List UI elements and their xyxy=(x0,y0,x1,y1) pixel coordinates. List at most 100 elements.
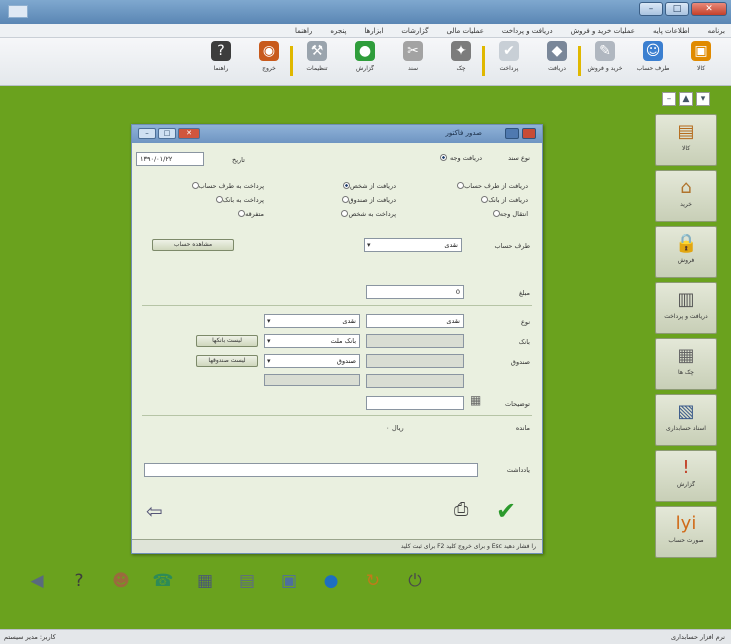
desc-field[interactable] xyxy=(366,396,464,410)
radio-label: دریافت از طرف حساب xyxy=(464,182,528,190)
side-panel-button[interactable]: ▦ چک ها xyxy=(655,338,717,390)
menu-item[interactable]: عملیات مالی xyxy=(446,27,483,35)
note-field[interactable] xyxy=(144,463,478,477)
party-view-button[interactable]: مشاهده حساب xyxy=(152,239,234,251)
dock-help-icon[interactable]: ? xyxy=(64,566,94,596)
transaction-type-option[interactable]: دریافت از صندوق xyxy=(339,195,396,204)
toolbar-button[interactable]: ◉ خروج xyxy=(249,41,289,83)
transaction-type-option[interactable]: انتقال وجه xyxy=(490,209,528,218)
menu-item[interactable]: دریافت و پرداخت xyxy=(502,27,553,35)
dialog-titlebar: – □ ✕ صدور فاکتور xyxy=(132,125,542,143)
doc-type-radio[interactable] xyxy=(440,154,448,161)
toolbar-button[interactable]: ▣ کالا xyxy=(681,41,721,83)
toolbar-button[interactable]: ⚒ تنظیمات xyxy=(297,41,337,83)
maximize-button[interactable]: □ xyxy=(665,2,689,16)
minimize-button[interactable]: – xyxy=(639,2,663,16)
calendar-icon: ▦ xyxy=(677,345,695,366)
radio-button[interactable] xyxy=(341,196,349,203)
toolbar-button-label: خرید و فروش xyxy=(587,65,623,72)
dialog-minimize-button[interactable]: – xyxy=(138,128,156,139)
radio-button[interactable] xyxy=(343,182,350,189)
dock-back-icon[interactable]: ◀ xyxy=(22,566,52,596)
toolbar-button[interactable]: ◆ دریافت xyxy=(537,41,577,83)
dock-shield-icon[interactable]: ● xyxy=(316,566,346,596)
side-panel-button[interactable]: ▥ دریافت و پرداخت xyxy=(655,282,717,334)
radio-label: پرداخت به شخص xyxy=(348,210,396,218)
side-panel-button[interactable]: lyi صورت حساب xyxy=(655,506,717,558)
menu-item[interactable]: عملیات خرید و فروش xyxy=(571,27,635,35)
dock-folder-icon[interactable]: ▣ xyxy=(274,566,304,596)
transaction-type-option[interactable]: دریافت از طرف حساب xyxy=(454,181,528,190)
toolbar-button[interactable]: ☺ طرف حساب xyxy=(633,41,673,83)
transaction-type-option[interactable]: پرداخت به طرف حساب xyxy=(189,181,264,190)
calculator-icon[interactable]: ▦ xyxy=(470,393,481,407)
receive-icon: ◆ xyxy=(547,41,567,61)
toolbar-button[interactable]: ✂ سند xyxy=(393,41,433,83)
dialog-close-button[interactable]: ✕ xyxy=(178,128,200,139)
transaction-type-option[interactable]: پرداخت به شخص xyxy=(338,209,396,218)
cashbox-list-button[interactable]: لیست صندوقها xyxy=(196,355,258,367)
bank-code-field[interactable] xyxy=(366,334,464,348)
menu-item[interactable]: پنجره xyxy=(330,27,346,35)
save-check-icon[interactable]: ✔ xyxy=(496,497,516,525)
bank-select[interactable]: بانک ملت xyxy=(264,334,360,348)
party-select[interactable]: نقدی xyxy=(364,238,462,252)
dock-power-icon[interactable]: ⏻ xyxy=(400,566,430,596)
method-field[interactable]: نقدی xyxy=(366,314,464,328)
section-divider xyxy=(142,305,532,306)
exit-dialog-icon[interactable]: ⇦ xyxy=(146,499,163,523)
menu-item[interactable]: اطلاعات پایه xyxy=(653,27,690,35)
toolbar-button[interactable]: ? راهنما xyxy=(201,41,241,83)
transaction-type-option[interactable]: پرداخت به بانک xyxy=(213,195,264,204)
pin-icon: ! xyxy=(682,457,690,478)
dock-refresh-icon[interactable]: ↻ xyxy=(358,566,388,596)
dock-phone-icon[interactable]: ☎ xyxy=(148,566,178,596)
menu-item[interactable]: برنامه xyxy=(708,27,725,35)
help-icon: ? xyxy=(211,41,231,61)
radio-label: انتقال وجه xyxy=(499,210,528,218)
bank-list-button[interactable]: لیست بانکها xyxy=(196,335,258,347)
pay-icon: ✔ xyxy=(499,41,519,61)
transaction-type-option[interactable]: دریافت از بانک xyxy=(478,195,528,204)
side-panel-button[interactable]: 🔒 فروش xyxy=(655,226,717,278)
radio-button[interactable] xyxy=(215,196,223,203)
dialog-title: صدور فاکتور xyxy=(445,129,482,137)
dock-document-icon[interactable]: ▤ xyxy=(232,566,262,596)
amount-field[interactable]: 0 xyxy=(366,285,464,299)
side-panel-button[interactable]: ▧ اسناد حسابداری xyxy=(655,394,717,446)
radio-button[interactable] xyxy=(492,210,500,217)
toolbar-button[interactable]: ✎ خرید و فروش xyxy=(585,41,625,83)
date-field[interactable]: ۱۳۹۰/۰۱/۲۲ xyxy=(136,152,204,166)
cashbox-code-field[interactable] xyxy=(366,354,464,368)
reference-extra-field xyxy=(264,374,360,386)
side-panel-button[interactable]: ▤ کالا xyxy=(655,114,717,166)
reference-field xyxy=(366,374,464,388)
toolbar-button[interactable]: ✦ چک xyxy=(441,41,481,83)
dock-calculator-icon[interactable]: ▦ xyxy=(190,566,220,596)
radio-button[interactable] xyxy=(191,182,199,189)
close-button[interactable]: ✕ xyxy=(691,2,727,16)
toolbar-button[interactable]: ● گزارش xyxy=(345,41,385,83)
side-panel-button[interactable]: ⌂ خرید xyxy=(655,170,717,222)
pin-toggle-icon[interactable]: ▾ xyxy=(696,92,710,106)
up-icon[interactable]: ▲ xyxy=(679,92,693,106)
menu-item[interactable]: راهنما xyxy=(295,27,312,35)
method-select[interactable]: نقدی xyxy=(264,314,360,328)
dialog-maximize-button[interactable]: □ xyxy=(158,128,176,139)
toolbar-button-label: دریافت xyxy=(548,65,566,72)
side-panel-button[interactable]: ! گزارش xyxy=(655,450,717,502)
cart-icon: ✎ xyxy=(595,41,615,61)
dialog-app-icon xyxy=(505,128,519,139)
print-icon[interactable]: ⎙ xyxy=(454,499,468,520)
menu-item[interactable]: ابزارها xyxy=(364,27,383,35)
ledger-icon: ▧ xyxy=(677,401,695,422)
toolbar-button[interactable]: ✔ پرداخت xyxy=(489,41,529,83)
collapse-icon[interactable]: – xyxy=(662,92,676,106)
menu-item[interactable]: گزارشات xyxy=(401,27,428,35)
cashbox-select[interactable]: صندوق xyxy=(264,354,360,368)
transaction-type-option[interactable]: دریافت از شخص xyxy=(340,181,396,190)
report-icon: ● xyxy=(355,41,375,61)
bottom-dock: ◀ ? ☻ ☎ ▦ ▤ ▣ ● ↻ ⏻ xyxy=(22,566,462,612)
dock-users-icon[interactable]: ☻ xyxy=(106,566,136,596)
transaction-type-option[interactable]: متفرقه xyxy=(235,209,264,218)
